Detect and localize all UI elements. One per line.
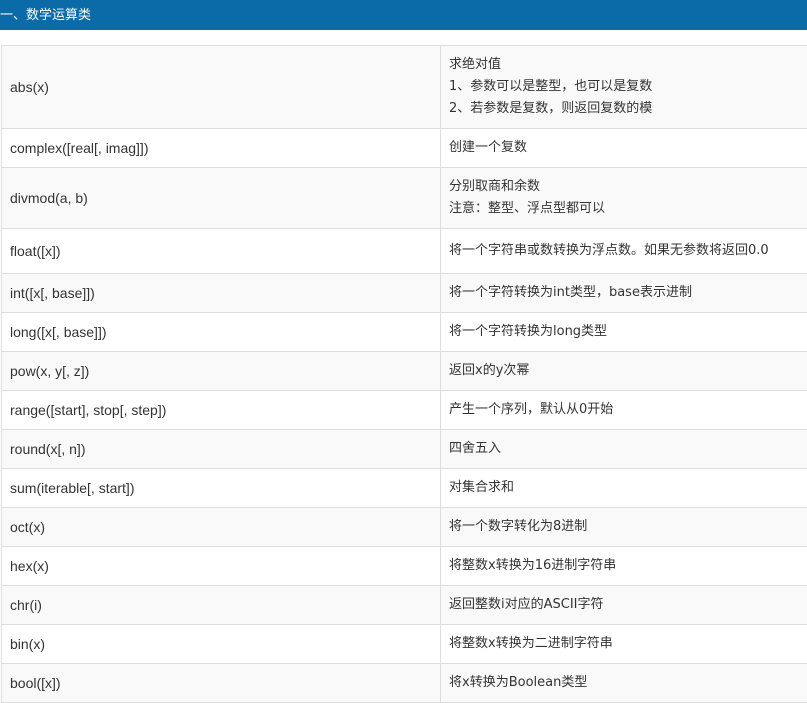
- table-row: long([x[, base]]) 将一个字符转换为long类型: [1, 312, 807, 352]
- function-description: 创建一个复数: [440, 128, 807, 168]
- function-signature: long([x[, base]]): [1, 312, 441, 352]
- function-signature: abs(x): [1, 45, 441, 129]
- description-line: 将整数x转换为16进制字符串: [449, 558, 617, 573]
- section-title: 一、数学运算类: [0, 8, 92, 23]
- function-signature: bool([x]): [1, 663, 441, 703]
- description-line: 返回整数i对应的ASCII字符: [449, 597, 604, 612]
- function-signature: pow(x, y[, z]): [1, 351, 441, 391]
- table-row: abs(x) 求绝对值 1、参数可以是整型，也可以是复数 2、若参数是复数，则返回复数…: [1, 45, 807, 129]
- table-row: divmod(a, b) 分别取商和余数 注意：整型、浮点型都可以: [1, 167, 807, 229]
- table-row: hex(x) 将整数x转换为16进制字符串: [1, 546, 807, 586]
- table-row: chr(i) 返回整数i对应的ASCII字符: [1, 585, 807, 625]
- table-row: int([x[, base]]) 将一个字符转换为int类型，base表示进制: [1, 273, 807, 313]
- description-line: 将一个字符转换为long类型: [449, 324, 608, 339]
- function-signature: bin(x): [1, 624, 441, 664]
- function-description: 返回x的y次幂: [440, 351, 807, 391]
- function-signature: round(x[, n]): [1, 429, 441, 469]
- description-line: 将一个字符转换为int类型，base表示进制: [449, 285, 692, 300]
- function-signature: divmod(a, b): [1, 167, 441, 229]
- function-description: 求绝对值 1、参数可以是整型，也可以是复数 2、若参数是复数，则返回复数的模: [440, 45, 807, 129]
- function-signature: complex([real[, imag]]): [1, 128, 441, 168]
- description-line: 将x转换为Boolean类型: [449, 675, 588, 690]
- table-row: sum(iterable[, start]) 对集合求和: [1, 468, 807, 508]
- function-description: 将x转换为Boolean类型: [440, 663, 807, 703]
- table-row: range([start], stop[, step]) 产生一个序列，默认从0开…: [1, 390, 807, 430]
- description-line: 产生一个序列，默认从0开始: [449, 402, 614, 417]
- description-line: 2、若参数是复数，则返回复数的模: [449, 101, 653, 116]
- table-row: oct(x) 将一个数字转化为8进制: [1, 507, 807, 547]
- description-line: 将一个字符串或数转换为浮点数。如果无参数将返回0.0: [449, 243, 769, 258]
- function-description: 将一个字符转换为long类型: [440, 312, 807, 352]
- description-line: 分别取商和余数: [449, 179, 541, 194]
- table-row: bool([x]) 将x转换为Boolean类型: [1, 663, 807, 703]
- table-row: round(x[, n]) 四舍五入: [1, 429, 807, 469]
- function-signature: hex(x): [1, 546, 441, 586]
- function-description: 将一个数字转化为8进制: [440, 507, 807, 547]
- description-line: 返回x的y次幂: [449, 363, 530, 378]
- section-header: 一、数学运算类: [0, 0, 807, 30]
- function-table-body: abs(x) 求绝对值 1、参数可以是整型，也可以是复数 2、若参数是复数，则返回复数…: [1, 45, 807, 703]
- function-signature: sum(iterable[, start]): [1, 468, 441, 508]
- description-line: 四舍五入: [449, 441, 502, 456]
- function-table: abs(x) 求绝对值 1、参数可以是整型，也可以是复数 2、若参数是复数，则返回复数…: [1, 45, 807, 703]
- function-description: 返回整数i对应的ASCII字符: [440, 585, 807, 625]
- function-description: 对集合求和: [440, 468, 807, 508]
- table-row: pow(x, y[, z]) 返回x的y次幂: [1, 351, 807, 391]
- function-description: 分别取商和余数注意：整型、浮点型都可以: [440, 167, 807, 229]
- function-signature: float([x]): [1, 228, 441, 274]
- description-line: 创建一个复数: [449, 140, 528, 155]
- description-line: 求绝对值: [449, 57, 502, 72]
- function-description: 四舍五入: [440, 429, 807, 469]
- description-line: 将整数x转换为二进制字符串: [449, 636, 613, 651]
- function-signature: oct(x): [1, 507, 441, 547]
- function-signature: chr(i): [1, 585, 441, 625]
- function-description: 将整数x转换为16进制字符串: [440, 546, 807, 586]
- function-signature: int([x[, base]]): [1, 273, 441, 313]
- description-line: 1、参数可以是整型，也可以是复数: [449, 79, 653, 94]
- function-description: 产生一个序列，默认从0开始: [440, 390, 807, 430]
- function-description: 将一个字符串或数转换为浮点数。如果无参数将返回0.0: [440, 228, 807, 274]
- description-line: 将一个数字转化为8进制: [449, 519, 588, 534]
- description-line: 注意：整型、浮点型都可以: [449, 201, 606, 216]
- function-description: 将一个字符转换为int类型，base表示进制: [440, 273, 807, 313]
- function-signature: range([start], stop[, step]): [1, 390, 441, 430]
- table-row: float([x]) 将一个字符串或数转换为浮点数。如果无参数将返回0.0: [1, 228, 807, 274]
- description-line: 对集合求和: [449, 480, 515, 495]
- table-row: complex([real[, imag]]) 创建一个复数: [1, 128, 807, 168]
- function-description: 将整数x转换为二进制字符串: [440, 624, 807, 664]
- table-row: bin(x) 将整数x转换为二进制字符串: [1, 624, 807, 664]
